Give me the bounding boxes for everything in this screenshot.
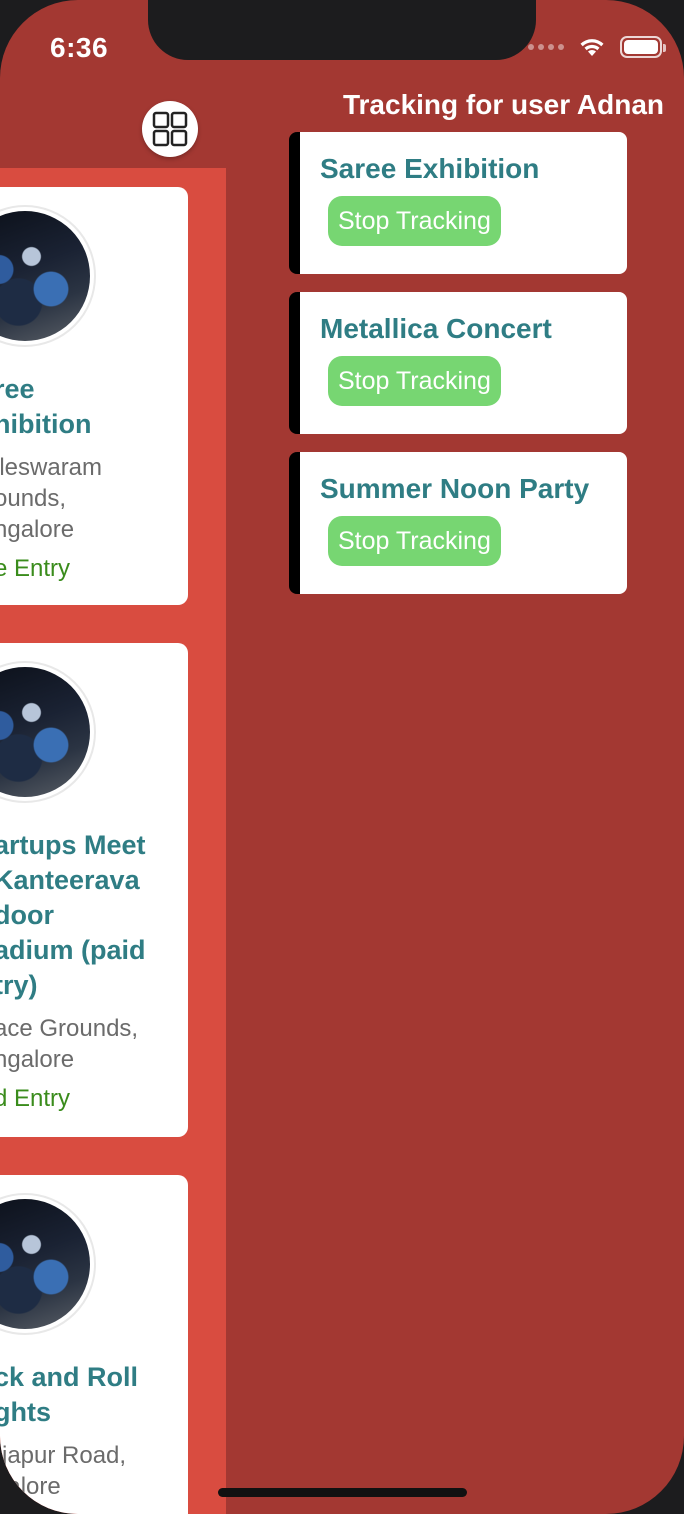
tracking-card: Summer Noon Party Stop Tracking bbox=[289, 452, 627, 594]
tracking-header: Tracking for user Adnan bbox=[342, 89, 664, 120]
event-title: ck and Roll ghts bbox=[0, 1362, 139, 1427]
event-card[interactable]: artups Meet Kanteerava door adium (paid … bbox=[0, 643, 188, 1137]
wifi-icon bbox=[580, 39, 604, 56]
event-venue: rjapur Road, galore bbox=[0, 1442, 127, 1500]
app-screen: 6:36 ree hibition lleswaram bbox=[0, 0, 684, 1514]
event-info: ck and Roll ghts rjapur Road, galore bbox=[0, 1360, 184, 1502]
event-thumbnail bbox=[0, 661, 96, 803]
event-list-panel[interactable]: ree hibition lleswaram ounds, ngalore e … bbox=[0, 168, 226, 1514]
event-card[interactable]: ck and Roll ghts rjapur Road, galore bbox=[0, 1175, 188, 1514]
battery-icon bbox=[620, 36, 666, 58]
event-price: d Entry bbox=[0, 1085, 71, 1112]
event-thumbnail bbox=[0, 1193, 96, 1335]
tracking-card: Metallica Concert Stop Tracking bbox=[289, 292, 627, 434]
event-info: ree hibition lleswaram ounds, ngalore e … bbox=[0, 372, 184, 584]
stop-tracking-button[interactable]: Stop Tracking bbox=[328, 196, 501, 246]
event-price: e Entry bbox=[0, 555, 71, 582]
grid-icon bbox=[152, 111, 188, 147]
tracking-event-title: Metallica Concert bbox=[320, 313, 552, 344]
event-info: artups Meet Kanteerava door adium (paid … bbox=[0, 828, 184, 1114]
tracking-event-title: Saree Exhibition bbox=[320, 153, 540, 184]
status-time: 6:36 bbox=[50, 32, 109, 63]
home-indicator[interactable] bbox=[218, 1488, 467, 1497]
device-notch bbox=[148, 0, 536, 60]
stop-tracking-button[interactable]: Stop Tracking bbox=[328, 516, 501, 566]
signal-icon bbox=[528, 44, 564, 50]
grid-toggle-button[interactable] bbox=[142, 101, 198, 157]
event-venue: ace Grounds, ngalore bbox=[0, 1015, 139, 1073]
event-thumbnail bbox=[0, 205, 96, 347]
tracking-event-title: Summer Noon Party bbox=[320, 473, 590, 504]
stop-tracking-button[interactable]: Stop Tracking bbox=[328, 356, 501, 406]
tracking-card: Saree Exhibition Stop Tracking bbox=[289, 132, 627, 274]
event-title: ree hibition bbox=[0, 374, 92, 439]
event-card[interactable]: ree hibition lleswaram ounds, ngalore e … bbox=[0, 187, 188, 605]
status-icons bbox=[528, 36, 666, 58]
event-title: artups Meet Kanteerava door adium (paid … bbox=[0, 830, 146, 1000]
event-venue: lleswaram ounds, ngalore bbox=[0, 454, 103, 543]
